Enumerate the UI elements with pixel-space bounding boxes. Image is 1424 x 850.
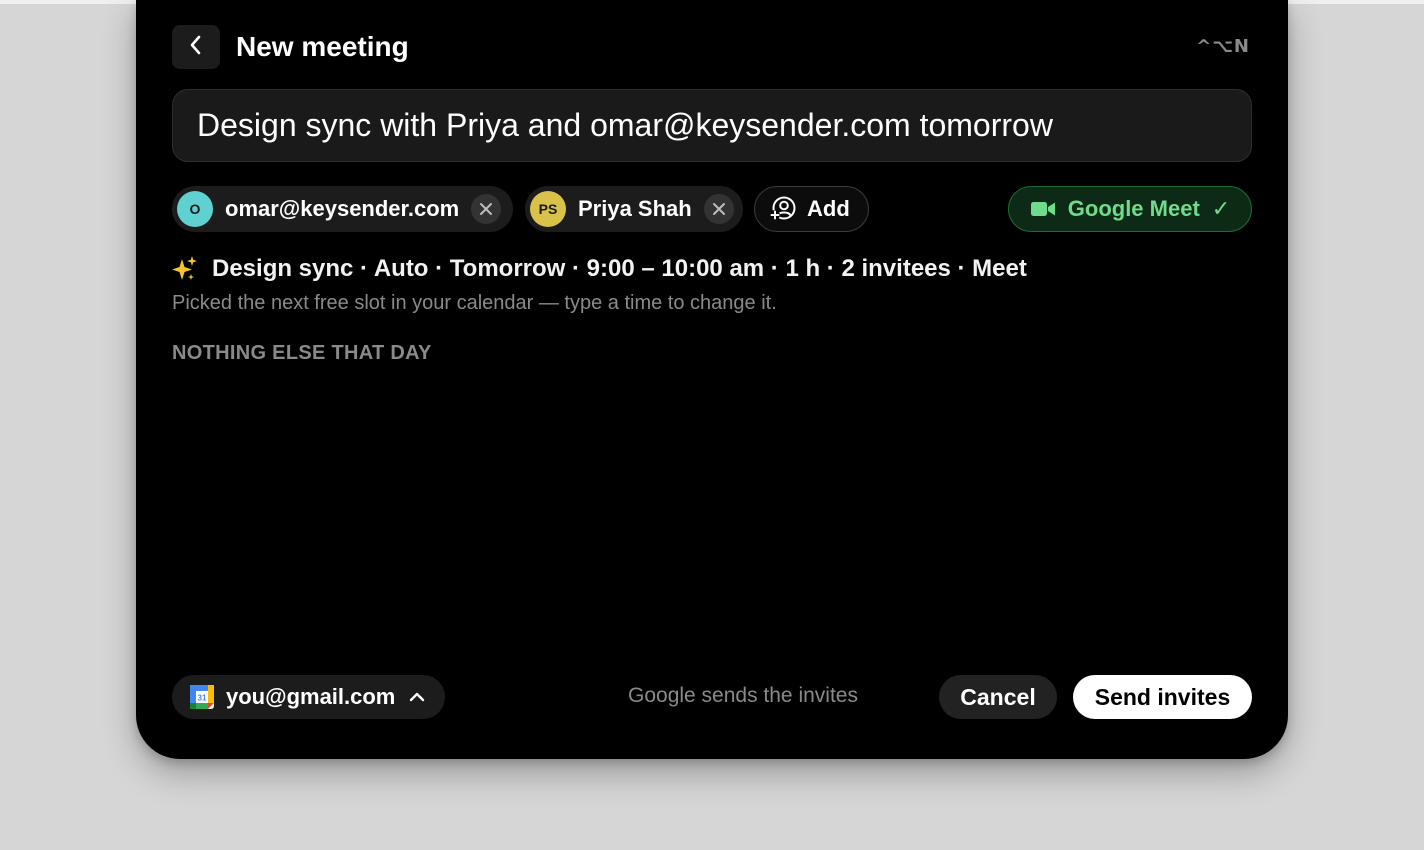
sparkle-icon (172, 255, 198, 283)
invite-sender-note: Google sends the invites (628, 684, 858, 707)
meeting-prompt-input[interactable] (197, 107, 1227, 144)
add-invitee-label: Add (807, 196, 850, 221)
invitee-label: Priya Shah (578, 196, 692, 221)
avatar: O (177, 191, 213, 227)
summary-hint: Picked the next free slot in your calend… (172, 292, 777, 314)
remove-invitee-button[interactable] (703, 194, 734, 224)
invitee-chip-priya[interactable]: PS Priya Shah (525, 186, 743, 232)
invitee-label: omar@keysender.com (225, 196, 460, 221)
send-invites-button[interactable]: Send invites (1073, 675, 1252, 719)
page-title: New meeting (236, 31, 409, 62)
avatar: PS (530, 191, 566, 227)
close-icon (479, 196, 493, 222)
google-calendar-icon: 31 (190, 685, 214, 709)
cancel-button[interactable]: Cancel (939, 675, 1057, 719)
calendar-day-number: 31 (198, 694, 207, 703)
account-email: you@gmail.com (226, 684, 396, 709)
meeting-summary: Design sync · Auto · Tomorrow · 9:00 – 1… (172, 255, 1027, 283)
chevron-left-icon (188, 34, 204, 61)
remove-invitee-button[interactable] (471, 194, 502, 224)
keyboard-shortcut-hint: ^⌥N (1196, 36, 1250, 57)
meeting-prompt-box[interactable] (172, 89, 1252, 162)
day-section-label: NOTHING ELSE THAT DAY (172, 342, 432, 364)
google-meet-toggle[interactable]: Google Meet ✓ (1008, 186, 1252, 232)
new-meeting-panel: New meeting ^⌥N O omar@keysender.com PS … (136, 0, 1288, 759)
invitee-chip-row: O omar@keysender.com PS Priya Shah Add G… (172, 186, 1252, 232)
close-icon (712, 196, 726, 222)
video-camera-icon (1030, 200, 1056, 218)
check-icon: ✓ (1211, 196, 1231, 221)
google-meet-label: Google Meet (1067, 196, 1200, 221)
invitee-chip-omar[interactable]: O omar@keysender.com (172, 186, 513, 232)
account-selector[interactable]: 31 you@gmail.com (172, 675, 445, 719)
back-button[interactable] (172, 25, 220, 69)
add-person-icon (769, 196, 797, 222)
chevron-up-icon (409, 691, 425, 703)
add-invitee-button[interactable]: Add (754, 186, 869, 232)
summary-text: Design sync · Auto · Tomorrow · 9:00 – 1… (212, 255, 1027, 282)
